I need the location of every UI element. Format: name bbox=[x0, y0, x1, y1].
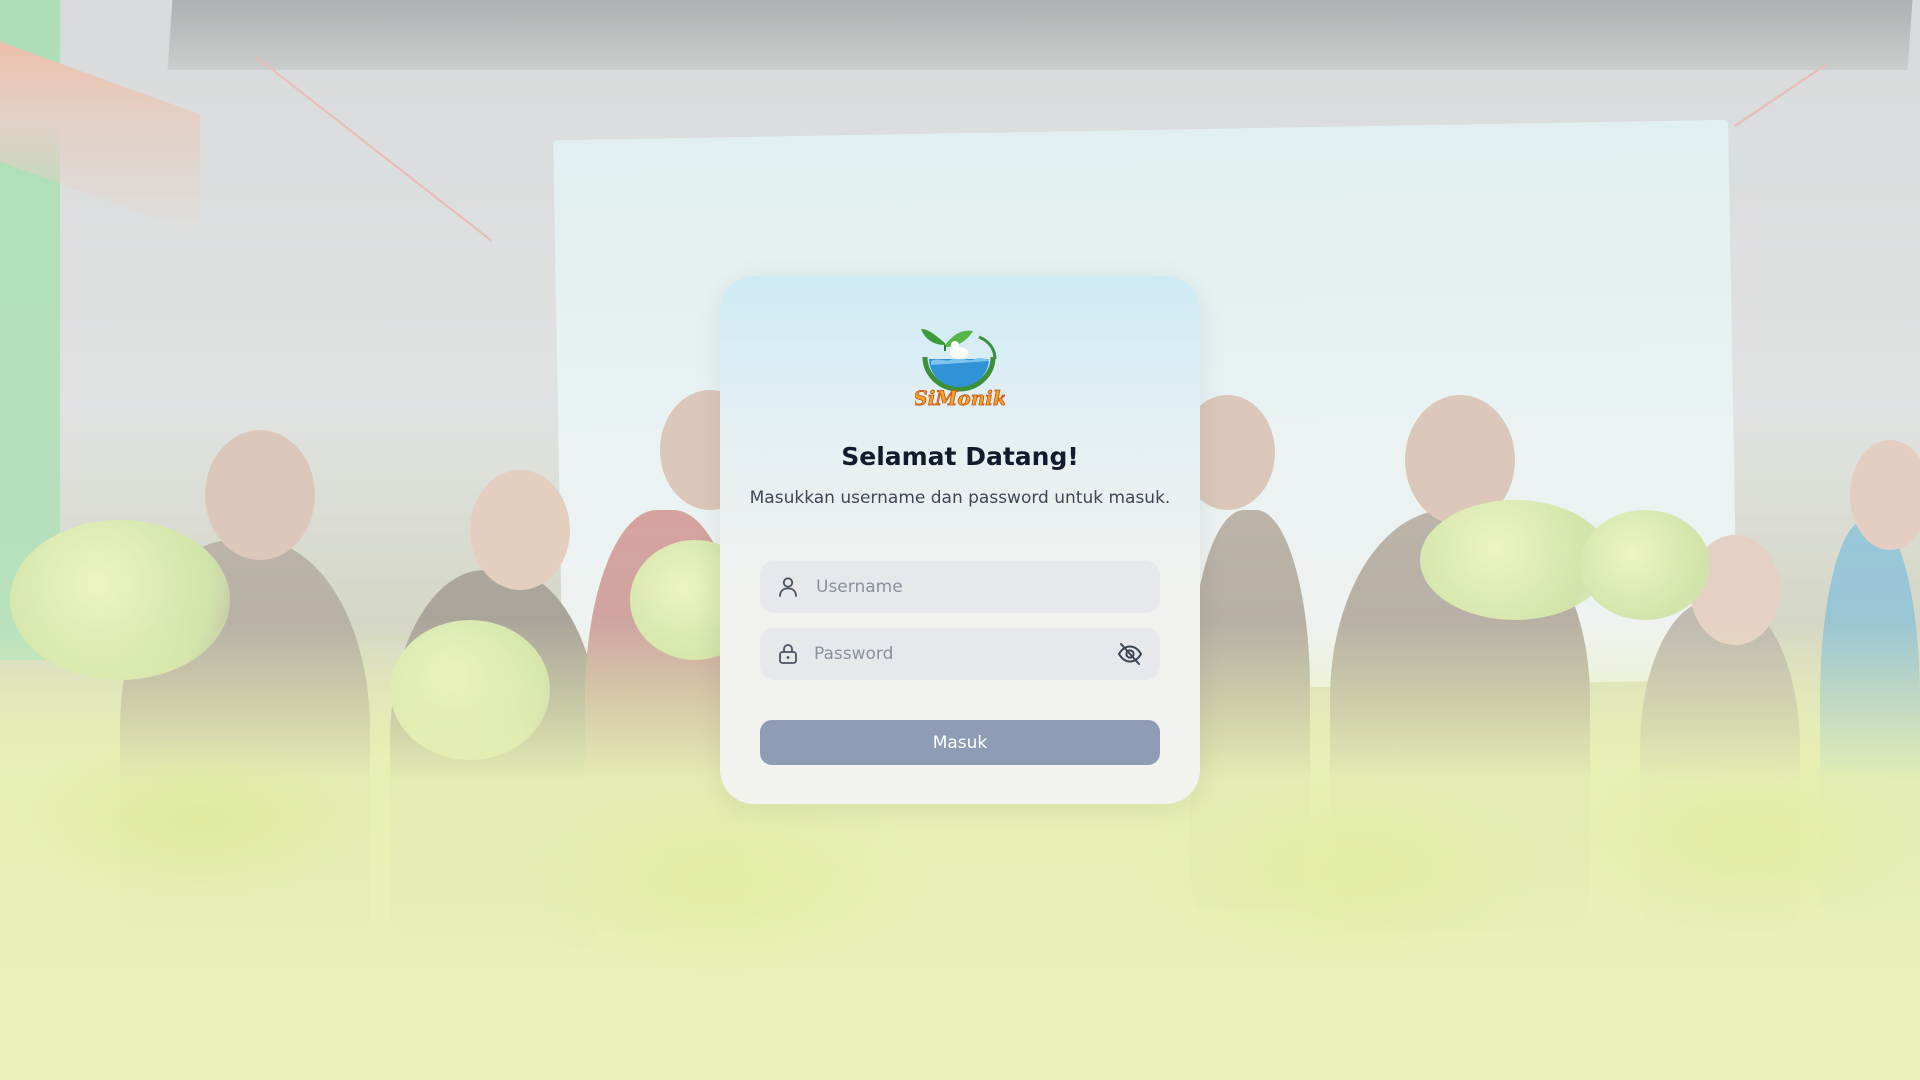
lock-icon bbox=[776, 642, 800, 666]
password-field[interactable] bbox=[760, 628, 1160, 680]
page-subtitle: Masukkan username dan password untuk mas… bbox=[749, 488, 1171, 508]
user-icon bbox=[776, 575, 800, 599]
password-input[interactable] bbox=[814, 628, 1114, 680]
username-field[interactable] bbox=[760, 561, 1160, 613]
logo-text: SiMonik bbox=[915, 386, 1005, 410]
simonik-logo-icon: SiMonik bbox=[913, 321, 1007, 413]
login-button[interactable]: Masuk bbox=[760, 720, 1160, 765]
login-page: SiMonik Selamat Datang! Masukkan usernam… bbox=[0, 0, 1920, 1080]
eye-off-icon[interactable] bbox=[1116, 641, 1144, 667]
username-input[interactable] bbox=[816, 561, 1116, 613]
login-card: SiMonik Selamat Datang! Masukkan usernam… bbox=[720, 276, 1200, 804]
page-title: Selamat Datang! bbox=[841, 442, 1079, 471]
